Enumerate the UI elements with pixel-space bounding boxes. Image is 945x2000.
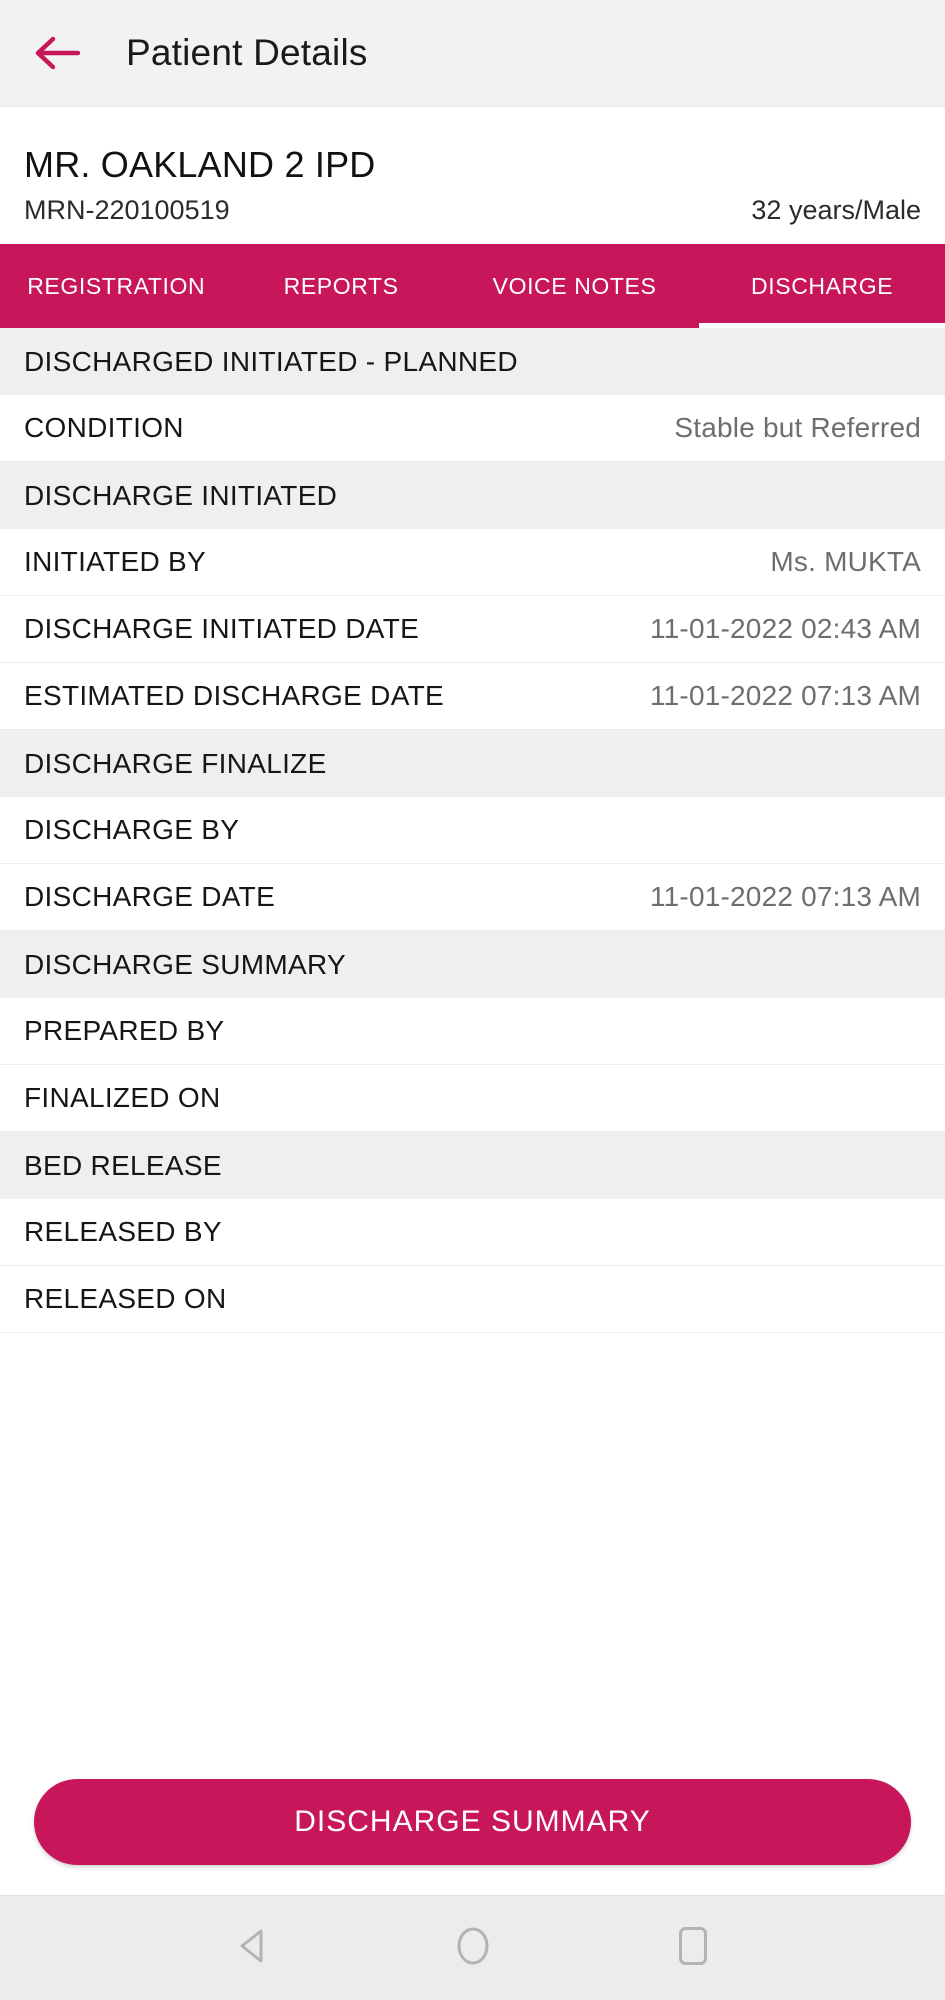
section-header-label: DISCHARGE SUMMARY bbox=[24, 948, 346, 980]
patient-subline: MRN-220100519 32 years/Male bbox=[24, 195, 921, 226]
app-bar: Patient Details bbox=[0, 0, 945, 107]
triangle-back-icon bbox=[236, 1928, 270, 1969]
table-row[interactable]: CONDITION Stable but Referred bbox=[0, 395, 945, 463]
row-label: RELEASED ON bbox=[24, 1283, 227, 1315]
row-label: ESTIMATED DISCHARGE DATE bbox=[24, 680, 444, 712]
row-label: DISCHARGE BY bbox=[24, 814, 240, 846]
square-recents-icon bbox=[678, 1926, 708, 1971]
section-header: DISCHARGED INITIATED - PLANNED bbox=[0, 328, 945, 396]
circle-home-icon bbox=[456, 1926, 490, 1971]
nav-home-button[interactable] bbox=[438, 1913, 508, 1983]
section-header-label: DISCHARGED INITIATED - PLANNED bbox=[24, 345, 518, 377]
row-label: INITIATED BY bbox=[24, 546, 206, 578]
table-row[interactable]: DISCHARGE BY bbox=[0, 797, 945, 865]
system-navigation-bar bbox=[0, 1895, 945, 2000]
back-button[interactable] bbox=[26, 22, 88, 84]
row-value: 11-01-2022 07:13 AM bbox=[649, 881, 921, 913]
action-area: DISCHARGE SUMMARY bbox=[0, 1745, 945, 1895]
row-label: DISCHARGE DATE bbox=[24, 881, 276, 913]
table-row[interactable]: RELEASED ON bbox=[0, 1266, 945, 1334]
section-header: BED RELEASE bbox=[0, 1132, 945, 1200]
patient-details-screen: Patient Details MR. OAKLAND 2 IPD MRN-22… bbox=[0, 0, 945, 2000]
section-header-label: DISCHARGE INITIATED bbox=[24, 479, 338, 511]
section-header: DISCHARGE INITIATED bbox=[0, 462, 945, 530]
table-row[interactable]: RELEASED BY bbox=[0, 1199, 945, 1267]
discharge-detail-list: DISCHARGED INITIATED - PLANNED CONDITION… bbox=[0, 328, 945, 1745]
table-row[interactable]: ESTIMATED DISCHARGE DATE 11-01-2022 07:1… bbox=[0, 663, 945, 731]
discharge-summary-button[interactable]: DISCHARGE SUMMARY bbox=[34, 1779, 911, 1865]
tab-bar: REGISTRATION REPORTS VOICE NOTES DISCHAR… bbox=[0, 244, 945, 329]
row-label: FINALIZED ON bbox=[24, 1082, 221, 1114]
row-value: 11-01-2022 07:13 AM bbox=[649, 680, 921, 712]
patient-mrn: MRN-220100519 bbox=[24, 195, 230, 226]
row-label: RELEASED BY bbox=[24, 1216, 222, 1248]
row-label: PREPARED BY bbox=[24, 1015, 225, 1047]
section-header-label: BED RELEASE bbox=[24, 1149, 222, 1181]
table-row[interactable]: INITIATED BY Ms. MUKTA bbox=[0, 529, 945, 597]
tab-discharge[interactable]: DISCHARGE bbox=[699, 244, 945, 329]
row-value: Stable but Referred bbox=[674, 412, 921, 444]
patient-header: MR. OAKLAND 2 IPD MRN-220100519 32 years… bbox=[0, 107, 945, 245]
tab-reports-label: REPORTS bbox=[283, 272, 399, 299]
tab-registration-label: REGISTRATION bbox=[27, 272, 206, 299]
table-row[interactable]: PREPARED BY bbox=[0, 998, 945, 1066]
row-value: 11-01-2022 02:43 AM bbox=[649, 613, 921, 645]
tab-reports[interactable]: REPORTS bbox=[232, 244, 449, 328]
row-label: CONDITION bbox=[24, 412, 184, 444]
section-header-label: DISCHARGE FINALIZE bbox=[24, 747, 327, 779]
row-value: Ms. MUKTA bbox=[770, 546, 921, 578]
table-row[interactable]: DISCHARGE DATE 11-01-2022 07:13 AM bbox=[0, 864, 945, 932]
table-row[interactable]: DISCHARGE INITIATED DATE 11-01-2022 02:4… bbox=[0, 596, 945, 664]
patient-name: MR. OAKLAND 2 IPD bbox=[24, 144, 376, 185]
page-title: Patient Details bbox=[126, 32, 368, 73]
section-header: DISCHARGE SUMMARY bbox=[0, 931, 945, 999]
tab-discharge-label: DISCHARGE bbox=[751, 272, 894, 299]
tab-registration[interactable]: REGISTRATION bbox=[0, 244, 232, 328]
tab-voice-notes-label: VOICE NOTES bbox=[492, 272, 657, 299]
section-header: DISCHARGE FINALIZE bbox=[0, 730, 945, 798]
nav-back-button[interactable] bbox=[218, 1913, 288, 1983]
patient-demographics: 32 years/Male bbox=[751, 195, 921, 226]
nav-recents-button[interactable] bbox=[658, 1913, 728, 1983]
tab-voice-notes[interactable]: VOICE NOTES bbox=[450, 244, 699, 328]
row-label: DISCHARGE INITIATED DATE bbox=[24, 613, 420, 645]
arrow-left-icon bbox=[34, 34, 80, 72]
table-row[interactable]: FINALIZED ON bbox=[0, 1065, 945, 1133]
